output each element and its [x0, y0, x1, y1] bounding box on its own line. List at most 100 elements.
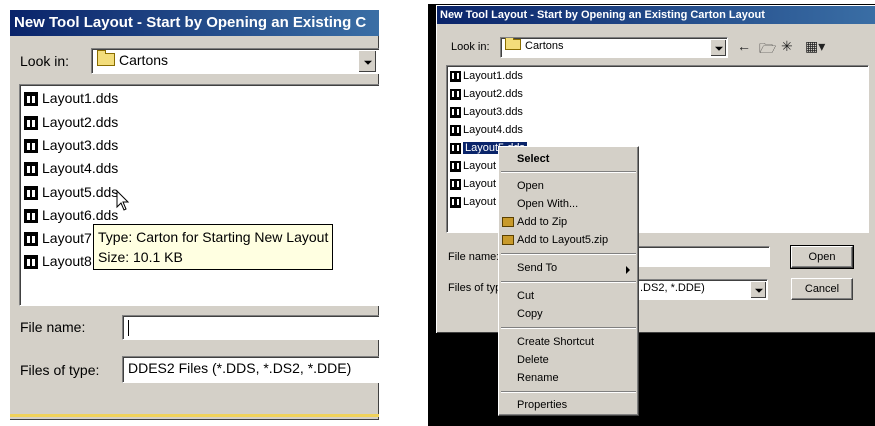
file-item-label: Layout — [463, 178, 497, 190]
look-in-value: Cartons — [525, 40, 564, 52]
file-item[interactable]: Layout — [450, 177, 496, 192]
dds-file-icon — [24, 162, 38, 177]
look-in-dropdown-arrow[interactable] — [710, 39, 726, 56]
file-item-label: Layout4.dds — [463, 124, 523, 136]
look-in-value: Cartons — [119, 52, 169, 68]
file-item-label: Layout8 — [42, 253, 92, 269]
file-item[interactable]: Layout5.dds — [24, 184, 119, 201]
file-name-label: File name: — [20, 319, 86, 335]
file-item-label: Layout — [463, 196, 497, 208]
zoomed-dialog-panel: New Tool Layout - Start by Opening an Ex… — [9, 9, 379, 420]
dds-file-icon — [450, 178, 461, 190]
zip-icon — [502, 235, 514, 245]
dds-file-icon — [24, 92, 38, 107]
file-item[interactable]: Layout2.dds — [24, 114, 119, 131]
dds-file-icon — [450, 70, 461, 82]
file-item[interactable]: Layout3.dds — [450, 105, 523, 120]
file-name-input[interactable] — [122, 315, 379, 340]
file-item-label: Layout7 — [42, 230, 92, 246]
menu-item-cut[interactable]: Cut — [517, 290, 534, 302]
dds-file-icon — [24, 255, 38, 270]
files-of-type-dropdown-arrow[interactable] — [750, 281, 766, 298]
file-item-label: Layout2.dds — [42, 114, 119, 130]
file-item[interactable]: Layout7 — [24, 230, 92, 247]
menu-separator — [501, 391, 636, 393]
file-item-label: Layout — [463, 160, 497, 172]
file-item[interactable]: Layout — [450, 159, 496, 174]
file-item[interactable]: Layout3.dds — [24, 137, 119, 154]
dds-file-icon — [450, 142, 461, 154]
mouse-pointer-icon — [116, 190, 130, 211]
file-item[interactable]: Layout — [450, 195, 496, 210]
zoomed-dialog-title: New Tool Layout - Start by Opening an Ex… — [14, 14, 367, 31]
view-menu-icon[interactable]: ▦▾ — [805, 38, 825, 55]
file-item[interactable]: Layout8 — [24, 253, 92, 270]
tooltip-type: Type: Carton for Starting New Layout — [98, 229, 329, 245]
file-item-label: Layout2.dds — [463, 88, 523, 100]
file-item[interactable]: Layout4.dds — [450, 123, 523, 138]
dialog-titlebar: New Tool Layout - Start by Opening an Ex… — [437, 6, 875, 24]
menu-item-delete[interactable]: Delete — [517, 354, 549, 366]
dds-file-icon — [450, 160, 461, 172]
file-item-label: Layout4.dds — [42, 160, 119, 176]
file-item-label: Layout6.dds — [42, 207, 119, 223]
menu-item-send-to[interactable]: Send To — [517, 262, 557, 274]
look-in-label: Look in: — [451, 41, 490, 53]
bottom-separator — [10, 414, 379, 417]
zoomed-file-list[interactable]: Layout1.dds Layout2.dds Layout3.dds Layo… — [19, 84, 379, 306]
submenu-arrow-icon — [626, 266, 630, 274]
file-item[interactable]: Layout2.dds — [450, 87, 523, 102]
file-item[interactable]: Layout6.dds — [24, 207, 119, 224]
zip-icon — [502, 217, 514, 227]
tooltip-size: Size: 10.1 KB — [98, 249, 183, 265]
files-of-type-value: DDES2 Files (*.DDS, *.DS2, *.DDE) — [128, 360, 352, 376]
look-in-dropdown[interactable]: Cartons — [91, 48, 379, 74]
files-of-type-label: Files of typ — [448, 282, 502, 294]
dialog-title: New Tool Layout - Start by Opening an Ex… — [440, 9, 765, 21]
text-caret — [128, 320, 129, 336]
up-folder-icon[interactable]: 🗁 — [759, 38, 776, 62]
dds-file-icon — [24, 186, 38, 201]
cancel-button[interactable]: Cancel — [791, 278, 853, 300]
dds-file-icon — [24, 209, 38, 224]
menu-item-rename[interactable]: Rename — [517, 372, 559, 384]
menu-item-open[interactable]: Open — [517, 180, 544, 192]
menu-separator — [501, 327, 636, 329]
menu-separator — [501, 281, 636, 283]
file-item-label: Layout5.dds — [42, 184, 119, 200]
look-in-dropdown[interactable]: Cartons — [500, 37, 728, 58]
menu-item-copy[interactable]: Copy — [517, 308, 543, 320]
file-item[interactable]: Layout1.dds — [450, 69, 523, 84]
file-item-label: Layout1.dds — [463, 70, 523, 82]
back-arrow-icon[interactable]: ← — [737, 38, 751, 54]
dialog-toolbar: ← 🗁 ✳ ▦▾ — [735, 38, 855, 58]
dds-file-icon — [24, 116, 38, 131]
files-of-type-dropdown[interactable]: .DS2, *.DDE) — [627, 279, 768, 300]
menu-item-add-to-named-zip[interactable]: Add to Layout5.zip — [517, 234, 608, 246]
menu-item-properties[interactable]: Properties — [517, 399, 567, 411]
file-name-input[interactable] — [627, 246, 770, 267]
file-item-label: Layout1.dds — [42, 90, 119, 106]
file-tooltip: Type: Carton for Starting New Layout Siz… — [93, 224, 334, 270]
menu-item-create-shortcut[interactable]: Create Shortcut — [517, 336, 594, 348]
zoomed-dialog-titlebar: New Tool Layout - Start by Opening an Ex… — [10, 10, 379, 36]
new-folder-icon[interactable]: ✳ — [781, 38, 793, 55]
files-of-type-dropdown[interactable]: DDES2 Files (*.DDS, *.DS2, *.DDE) — [122, 356, 379, 383]
file-item-label: Layout3.dds — [463, 106, 523, 118]
dds-file-icon — [24, 232, 38, 247]
menu-item-add-to-zip[interactable]: Add to Zip — [517, 216, 567, 228]
dds-file-icon — [450, 88, 461, 100]
open-button[interactable]: Open — [790, 245, 854, 269]
menu-item-open-with[interactable]: Open With... — [517, 198, 578, 210]
file-item[interactable]: Layout4.dds — [24, 160, 119, 177]
menu-item-select[interactable]: Select — [517, 153, 549, 165]
folder-icon — [97, 50, 115, 66]
file-item[interactable]: Layout1.dds — [24, 90, 119, 107]
context-menu: Select Open Open With... Add to Zip Add … — [498, 146, 639, 416]
files-of-type-value: .DS2, *.DDE) — [640, 282, 705, 294]
file-item-label: Layout3.dds — [42, 137, 119, 153]
look-in-dropdown-arrow[interactable] — [358, 50, 376, 72]
dds-file-icon — [24, 139, 38, 154]
files-of-type-label: Files of type: — [20, 362, 100, 378]
menu-separator — [501, 171, 636, 173]
